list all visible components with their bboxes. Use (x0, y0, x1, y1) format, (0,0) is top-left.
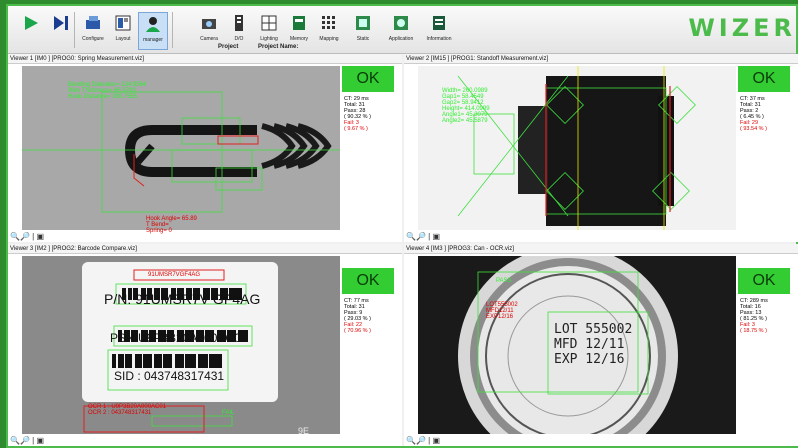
ribbon-toolbar: Configure Layout manager Camera D/O Ligh… (8, 6, 796, 54)
viewer-4-stats: CT: 289 ms Total: 16 Pass: 13 ( 81.25 % … (740, 298, 768, 334)
viewer-1-stats: CT: 29 ms Total: 31 Pass: 28 ( 90.32 % )… (344, 96, 371, 132)
zoom-in-icon[interactable]: 🔍 (10, 232, 20, 241)
lighting-icon (258, 12, 280, 34)
group-project-name-label: Project Name: (258, 44, 299, 50)
configure-button[interactable]: Configure (78, 12, 108, 50)
viewer-1-zoom-controls[interactable]: 🔍🔎 | ▣ (10, 232, 44, 242)
zoom-in-icon[interactable]: 🔍 (406, 436, 416, 445)
zoom-in-icon[interactable]: 🔍 (406, 232, 416, 241)
zoom-out-icon[interactable]: 🔎 (416, 436, 426, 445)
zoom-out-icon[interactable]: 🔎 (20, 232, 30, 241)
viewer-3-stats: CT: 77 ms Total: 31 Pass: 9 ( 29.03 % ) … (344, 298, 371, 334)
run-button[interactable] (16, 12, 46, 50)
viewer-2-status-badge: OK (738, 66, 790, 92)
viewer-1-status-badge: OK (342, 66, 394, 92)
application-button[interactable]: Application (386, 12, 416, 50)
viewer-3-sid-text: SID : 043748317431 (114, 369, 225, 383)
viewer-4-status-badge: OK (738, 268, 790, 294)
info-icon (428, 12, 450, 34)
viewer-1: Viewer 1 [IM0 ] [PROG0: Spring Measureme… (8, 54, 402, 242)
viewer-4-pass-label: PASS (496, 278, 512, 284)
viewer-4-title: Viewer 4 [IM3 ] [PROG3: Can - OCR.viz] (404, 244, 798, 254)
zoom-in-icon[interactable]: 🔍 (10, 436, 20, 445)
viewer-3-ocr-status: FAIL (222, 410, 235, 416)
step-forward-icon (50, 12, 72, 34)
viewer-4-zoom-controls[interactable]: 🔍🔎 | ▣ (406, 436, 440, 446)
configure-icon (82, 12, 104, 34)
viewer-3-corner-text: 9E (298, 426, 310, 436)
step-button[interactable] (46, 12, 76, 50)
viewer-2: Viewer 2 [IM15 ] [PROG1: Standoff Measur… (404, 54, 798, 242)
viewer-1-title: Viewer 1 [IM0 ] [PROG0: Spring Measureme… (8, 54, 402, 64)
viewer-3-image[interactable] (22, 256, 340, 434)
viewer-1-overlay-bottom: Hook Angle= 65.89 T Bend= Spring= 0 (146, 216, 197, 234)
app-window: Configure Layout manager Camera D/O Ligh… (6, 4, 798, 448)
snapshot-icon[interactable]: ▣ (432, 436, 440, 445)
viewer-4-ocr-read: LOT555002 MFD12/11 EXP12/16 (486, 302, 518, 320)
viewer-4-stamp-text: LOT 555002 MFD 12/11 EXP 12/16 (554, 322, 633, 367)
static-button[interactable]: Static (348, 12, 378, 50)
viewer-3: Viewer 3 [IM2 ] [PROG2: Barcode Compare.… (8, 244, 402, 446)
viewer-3-ocr-results: OCR 1 : U9P3B20A000AC01 OCR 2 : 04374831… (88, 404, 167, 416)
io-icon (228, 12, 250, 34)
play-icon (20, 12, 42, 34)
snapshot-icon[interactable]: ▣ (36, 232, 44, 241)
layout-icon (112, 12, 134, 34)
mapping-button[interactable]: Mapping (314, 12, 344, 50)
manager-button[interactable]: manager (138, 12, 168, 50)
zoom-out-icon[interactable]: 🔎 (20, 436, 30, 445)
application-icon (390, 12, 412, 34)
viewer-3-pn-text: P/N: 91UMSR7V GF4AG (104, 291, 261, 307)
viewer-2-zoom-controls[interactable]: 🔍🔎 | ▣ (406, 232, 440, 242)
viewer-2-stats: CT: 37 ms Total: 31 Pass: 2 ( 6.45 % ) F… (740, 96, 767, 132)
viewer-4: Viewer 4 [IM3 ] [PROG3: Can - OCR.viz] P… (404, 244, 798, 446)
viewer-3-label-top: 91UMSR7VGF4AG (148, 272, 201, 278)
viewer-2-overlay: Width= 260.0989 Gap1= 58.4549 Gap2= 58.9… (442, 88, 490, 124)
layout-button[interactable]: Layout (108, 12, 138, 50)
user-icon (142, 13, 164, 35)
information-button[interactable]: Information (424, 12, 454, 50)
viewer-3-psn-text: PSN U9P3B20A000AC01 (110, 331, 248, 345)
snapshot-icon[interactable]: ▣ (36, 436, 44, 445)
viewer-2-title: Viewer 2 [IM15 ] [PROG1: Standoff Measur… (404, 54, 798, 64)
snapshot-icon[interactable]: ▣ (432, 232, 440, 241)
memory-icon (288, 12, 310, 34)
viewer-3-status-badge: OK (342, 268, 394, 294)
camera-icon (198, 12, 220, 34)
viewer-3-zoom-controls[interactable]: 🔍🔎 | ▣ (10, 436, 44, 446)
mapping-icon (318, 12, 340, 34)
zoom-out-icon[interactable]: 🔎 (416, 232, 426, 241)
viewer-1-overlay: Bending Diameter= 134.9564 Wire Thicknes… (68, 82, 147, 100)
group-project-label: Project (218, 44, 239, 50)
brand-logo: WIZER (688, 14, 796, 42)
static-icon (352, 12, 374, 34)
viewer-3-title: Viewer 3 [IM2 ] [PROG2: Barcode Compare.… (8, 244, 402, 254)
